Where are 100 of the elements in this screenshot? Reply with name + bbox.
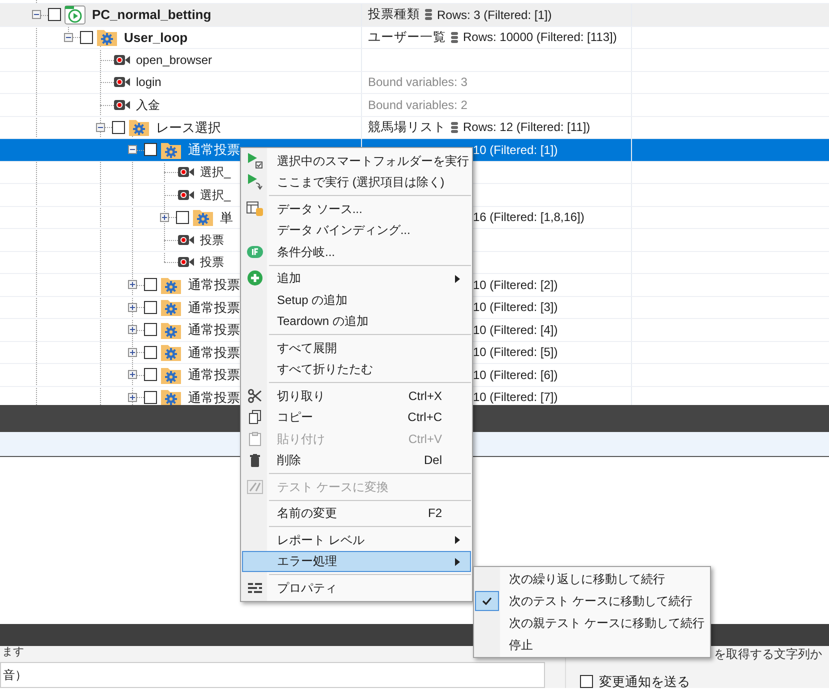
tree-item-label[interactable]: 選択_ [200,186,231,204]
menu-item[interactable]: 切り取り Ctrl+X [242,385,471,406]
menu-item[interactable]: データ バインディング... [242,220,471,241]
menu-item[interactable]: プロパティ [242,577,471,598]
menu-item[interactable]: エラー処理 [242,550,471,572]
tree-item-label[interactable]: 投票 [200,230,224,249]
menu-item[interactable]: 選択中のスマートフォルダーを実行 [242,150,471,172]
checkbox[interactable] [144,300,157,314]
play-document-icon [64,4,86,25]
database-icon [451,122,458,133]
folder-gear-icon [96,27,118,48]
checkbox[interactable] [80,30,93,44]
data-source-name: 競馬場リスト [368,118,446,136]
expander-icon[interactable] [128,280,136,290]
play-arrow-icon [246,173,264,192]
submenu-arrow-icon [455,274,460,282]
expander-icon[interactable] [160,212,168,222]
expander-icon[interactable] [128,302,136,312]
checkbox[interactable] [144,143,157,156]
tree-item-label[interactable]: 通常投票 [188,388,240,405]
menu-item[interactable]: コピー Ctrl+C [242,406,471,428]
folder-gear-icon [192,207,214,228]
expander-icon[interactable] [128,392,136,402]
menu-item[interactable]: 停止 [474,634,710,656]
bound-variables-text: Bound variables: 2 [368,96,468,114]
menu-item[interactable]: Teardown の追加 [242,310,471,332]
submenu-arrow-icon [455,558,460,566]
tree-item-label[interactable]: login [136,73,162,92]
input-field[interactable]: 音） [0,662,545,688]
menu-item[interactable]: ここまで実行 (選択項目は除く) [242,172,471,193]
menu-item[interactable]: すべて折りたたむ [242,358,471,380]
tree-item-label[interactable]: 通常投票 [188,342,240,362]
checkbox[interactable] [144,390,157,404]
tree-item-label[interactable]: User_loop [124,28,188,47]
row-count-text: 10 (Filtered: [6]) [473,366,558,384]
label-text: ます [1,646,25,660]
expander-icon[interactable] [64,32,72,42]
copy-icon [249,410,261,424]
camera-icon [178,166,194,178]
camera-icon [178,188,194,201]
menu-item[interactable]: 次のテスト ケースに移動して続行 [474,590,710,612]
data-source-name: ユーザー一覧 [368,28,446,46]
checkbox[interactable] [144,323,157,336]
menu-item[interactable]: 追加 [242,268,471,289]
menu-item[interactable]: すべて展開 [242,337,471,358]
tree-item-label[interactable]: open_browser [136,50,212,69]
camera-icon [178,256,194,268]
menu-item[interactable]: 次の親テスト ケースに移動して続行 [474,612,710,634]
row-count-text: 10 (Filtered: [4]) [473,322,558,339]
submenu-arrow-icon [455,536,460,544]
description-text: を取得する文字列か [713,646,823,662]
tree-item-label[interactable]: 投票 [200,253,224,272]
expander-icon[interactable] [128,348,136,357]
checkbox[interactable] [144,278,157,292]
folder-gear-icon [160,342,182,362]
checkbox[interactable] [580,675,593,688]
tree-item-label[interactable]: 単 [220,208,233,227]
tree-item-label[interactable]: 通常投票 [188,140,240,160]
checkbox[interactable] [112,120,125,134]
row-count-text: 10 (Filtered: [5]) [473,344,558,362]
camera-icon [114,54,130,66]
tree-item-label[interactable]: 通常投票 [188,298,240,317]
tree-item-label[interactable]: 通常投票 [188,275,240,294]
menu-item[interactable]: 条件分岐... [242,241,471,262]
tree-item-label[interactable]: 入金 [136,96,160,114]
table-database-icon [246,200,264,217]
camera-icon [114,76,130,88]
menu-item[interactable]: 名前の変更 F2 [242,502,471,524]
tree-item-label[interactable]: 通常投票 [188,365,240,384]
database-icon [425,9,432,20]
convert-icon [247,480,263,494]
tree-item-label[interactable]: レース選択 [156,118,221,137]
row-count-text: 10 (Filtered: [7]) [473,389,558,405]
menu-item[interactable]: 削除 Del [242,450,471,471]
expander-icon[interactable] [128,370,136,380]
checkbox[interactable] [144,346,157,359]
row-count-text: 10 (Filtered: [1]) [473,142,558,159]
menu-item[interactable]: Setup の追加 [242,289,471,310]
play-check-icon [246,152,264,170]
menu-item[interactable]: 次の繰り返しに移動して続行 [474,568,710,590]
tree-item-label[interactable]: PC_normal_betting [92,5,212,24]
trash-icon [250,454,260,467]
row-count-text: Rows: 10000 (Filtered: [113]) [463,29,617,46]
checkbox[interactable] [176,210,189,224]
row-count-text: 16 (Filtered: [1,8,16]) [473,209,584,226]
menu-item[interactable]: レポート レベル [242,529,471,550]
expander-icon[interactable] [128,325,136,334]
menu-item[interactable]: データ ソース... [242,198,471,220]
checkbox[interactable] [48,8,61,22]
row-count-text: Rows: 12 (Filtered: [11]) [463,119,590,136]
bound-variables-text: Bound variables: 3 [368,74,468,92]
row-count-text: 10 (Filtered: [3]) [473,299,558,316]
expander-icon[interactable] [32,10,40,20]
folder-gear-icon [160,387,182,405]
tree-item-label[interactable]: 通常投票 [188,320,240,340]
expander-icon[interactable] [128,145,136,154]
checkbox[interactable] [144,368,157,382]
folder-gear-icon [160,297,182,318]
tree-item-label[interactable]: 選択_ [200,163,231,182]
expander-icon[interactable] [96,122,104,132]
